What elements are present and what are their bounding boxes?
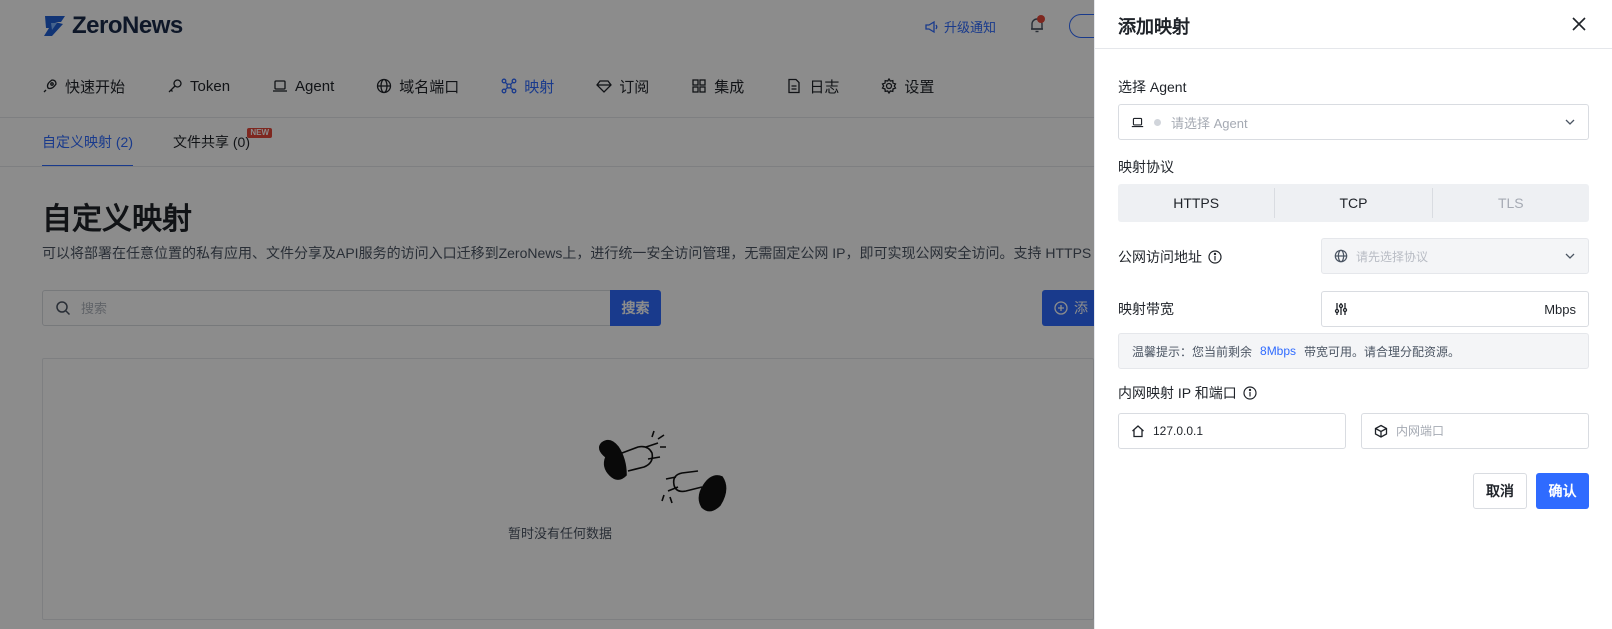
public-address-placeholder: 请先选择协议 (1356, 249, 1429, 264)
cancel-button[interactable]: 取消 (1473, 473, 1527, 509)
bandwidth-tip: 温馨提示：您当前剩余 8Mbps 带宽可用。请合理分配资源。 (1118, 333, 1589, 369)
agent-label-text: 选择 Agent (1118, 79, 1187, 95)
agent-select[interactable]: 请选择 Agent (1118, 104, 1589, 140)
internal-address-label-text: 内网映射 IP 和端口 (1118, 385, 1237, 401)
agent-label: 选择 Agent (1118, 77, 1186, 97)
sliders-icon (1334, 303, 1348, 315)
modal-overlay[interactable] (0, 0, 1094, 629)
internal-address-label: 内网映射 IP 和端口 (1118, 383, 1257, 403)
internal-port-field (1361, 413, 1589, 449)
bandwidth-input[interactable] (1356, 301, 1537, 317)
info-icon[interactable] (1243, 386, 1257, 400)
chevron-down-icon (1565, 253, 1575, 259)
bandwidth-label: 映射带宽 (1118, 299, 1174, 319)
internal-ip-field (1118, 413, 1346, 449)
internal-port-input[interactable] (1396, 424, 1576, 438)
confirm-button[interactable]: 确认 (1536, 473, 1589, 509)
agent-placeholder: 请选择 Agent (1171, 115, 1248, 131)
close-icon[interactable] (1570, 15, 1588, 33)
internal-ip-input[interactable] (1153, 424, 1333, 438)
laptop-icon (1131, 117, 1144, 127)
globe-icon (1334, 249, 1348, 263)
tip-suffix: 带宽可用。请合理分配资源。 (1304, 344, 1461, 359)
bandwidth-unit: Mbps (1544, 301, 1576, 317)
protocol-option-tcp[interactable]: TCP (1275, 188, 1433, 218)
public-address-label: 公网访问地址 (1118, 247, 1222, 267)
tip-remaining-bandwidth: 8Mbps (1260, 344, 1297, 358)
protocol-label: 映射协议 (1118, 157, 1174, 177)
drawer-header: 添加映射 (1095, 0, 1612, 49)
tip-prefix: 温馨提示：您当前剩余 (1132, 344, 1253, 359)
cube-icon (1374, 424, 1388, 438)
agent-status-dot (1154, 118, 1161, 126)
public-address-label-text: 公网访问地址 (1118, 249, 1202, 265)
drawer-title: 添加映射 (1118, 17, 1190, 37)
public-address-select: 请先选择协议 (1321, 238, 1589, 274)
protocol-option-https[interactable]: HTTPS (1118, 188, 1276, 218)
home-icon (1132, 425, 1144, 438)
bandwidth-label-text: 映射带宽 (1118, 301, 1174, 317)
info-icon[interactable] (1208, 250, 1222, 264)
protocol-option-tls: TLS (1497, 195, 1524, 211)
protocol-label-text: 映射协议 (1118, 159, 1174, 175)
add-mapping-drawer: 添加映射 选择 Agent 请选择 Agent 映射协议 HTTPS TCP T… (1094, 0, 1612, 629)
chevron-down-icon (1565, 119, 1575, 125)
protocol-segmented-control: HTTPS TCP TLS (1118, 184, 1589, 222)
bandwidth-field: Mbps (1321, 291, 1589, 327)
